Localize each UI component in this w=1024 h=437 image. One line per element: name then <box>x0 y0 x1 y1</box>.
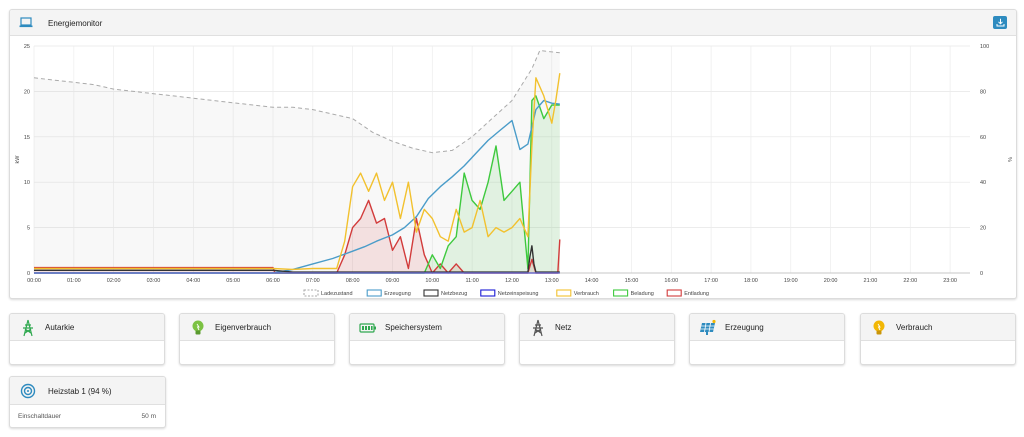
x-tick-label: 11:00 <box>465 278 478 284</box>
legend-label: Netzeinspeisung <box>498 291 539 297</box>
tile-title: Eigenverbrauch <box>215 323 272 332</box>
heater-icon <box>20 383 36 399</box>
tile-autarkie[interactable]: Autarkie <box>9 313 165 365</box>
y-tick-label-left: 20 <box>24 89 30 95</box>
legend-item-erzeugung[interactable]: Erzeugung <box>366 289 411 297</box>
heizstab-title: Heizstab 1 (94 %) <box>48 387 112 396</box>
tile-header: Autarkie <box>10 314 164 341</box>
y-tick-label-left: 10 <box>24 180 30 186</box>
legend-label: Verbrauch <box>574 291 599 297</box>
einschaltdauer-label: Einschaltdauer <box>18 413 61 420</box>
legend-swatch <box>666 289 682 297</box>
download-icon <box>996 18 1004 27</box>
y-tick-label-right: 80 <box>980 89 986 95</box>
x-tick-label: 21:00 <box>864 278 878 284</box>
x-tick-label: 16:00 <box>664 278 678 284</box>
tile-erzeugung[interactable]: Erzeugung <box>689 313 845 365</box>
x-tick-label: 06:00 <box>266 278 280 284</box>
legend-item-verbrauch[interactable]: Verbrauch <box>556 289 599 297</box>
legend-label: Beladung <box>631 291 654 297</box>
legend-label: Netzbezug <box>441 291 467 297</box>
chart-legend: Ladezustand Erzeugung Netzbezug Netzeinspei… <box>303 289 709 297</box>
legend-label: Entladung <box>684 291 709 297</box>
tile-title: Autarkie <box>45 323 75 332</box>
legend-item-netzeinspeisung[interactable]: Netzeinspeisung <box>480 289 539 297</box>
legend-item-entladung[interactable]: Entladung <box>666 289 709 297</box>
x-tick-label: 14:00 <box>585 278 599 284</box>
x-tick-label: 05:00 <box>226 278 240 284</box>
y-tick-label-right: 40 <box>980 180 986 186</box>
tile-speichersystem[interactable]: Speichersystem <box>349 313 505 365</box>
y-tick-label-left: 0 <box>27 271 30 277</box>
legend-label: Erzeugung <box>384 291 411 297</box>
power-tower-icon <box>23 319 33 337</box>
einschaltdauer-value: 50 m <box>141 413 156 420</box>
chart-areas <box>34 50 560 274</box>
tile-title: Speichersystem <box>385 323 442 332</box>
solar-panel-icon <box>700 319 716 335</box>
tile-title: Netz <box>555 323 572 332</box>
einschaltdauer-row: Einschaltdauer 50 m <box>18 413 156 420</box>
x-tick-label: 15:00 <box>625 278 639 284</box>
x-tick-label: 20:00 <box>824 278 838 284</box>
tile-header: Eigenverbrauch <box>180 314 334 341</box>
y-tick-label-right: 20 <box>980 226 986 232</box>
x-tick-label: 19:00 <box>784 278 798 284</box>
y-tick-label-right: 100 <box>980 44 989 50</box>
x-tick-label: 03:00 <box>147 278 161 284</box>
x-tick-label: 13:00 <box>545 278 559 284</box>
x-tick-label: 17:00 <box>704 278 718 284</box>
y-axis-label-right: % <box>1006 157 1012 162</box>
y-tick-label-right: 60 <box>980 135 986 141</box>
x-tick-label: 07:00 <box>306 278 320 284</box>
energy-chart[interactable]: 0 0 5 20 10 40 15 60 20 80 25 100 00:00 01:00 02:00 03:… <box>10 36 1017 299</box>
tile-title: Erzeugung <box>725 323 764 332</box>
tile-header: Speichersystem <box>350 314 504 341</box>
y-tick-label-right: 0 <box>980 271 983 277</box>
x-tick-label: 02:00 <box>107 278 121 284</box>
y-tick-label-left: 5 <box>27 226 30 232</box>
x-tick-label: 23:00 <box>943 278 957 284</box>
laptop-icon <box>19 17 33 28</box>
x-tick-label: 12:00 <box>505 278 519 284</box>
legend-item-netzbezug[interactable]: Netzbezug <box>423 289 467 297</box>
tile-netz[interactable]: Netz <box>519 313 675 365</box>
energy-monitor-header: Energiemonitor <box>10 10 1016 36</box>
y-tick-label-left: 15 <box>24 135 30 141</box>
heizstab-header: Heizstab 1 (94 %) <box>10 377 165 405</box>
tile-title: Verbrauch <box>896 323 933 332</box>
tile-header: Erzeugung <box>690 314 844 341</box>
legend-swatch <box>613 289 629 297</box>
x-tick-label: 09:00 <box>386 278 400 284</box>
legend-swatch <box>556 289 572 297</box>
legend-item-ladezustand[interactable]: Ladezustand <box>303 289 353 297</box>
battery-icon <box>359 323 376 333</box>
legend-item-beladung[interactable]: Beladung <box>613 289 654 297</box>
download-button[interactable] <box>993 16 1007 29</box>
lightbulb-icon <box>192 320 204 335</box>
energy-monitor-card: Energiemonitor 0 0 5 20 10 40 15 60 20 80 25 100 00:… <box>9 9 1017 299</box>
tile-verbrauch[interactable]: Verbrauch <box>860 313 1016 365</box>
legend-swatch <box>366 289 382 297</box>
y-axis-label-left: kW <box>15 155 21 164</box>
x-tick-label: 22:00 <box>903 278 917 284</box>
tile-header: Netz <box>520 314 674 341</box>
x-tick-label: 01:00 <box>67 278 81 284</box>
x-tick-label: 18:00 <box>744 278 758 284</box>
lightbulb-icon <box>873 320 885 335</box>
y-tick-label-left: 25 <box>24 44 30 50</box>
energy-monitor-title: Energiemonitor <box>48 19 103 28</box>
x-tick-label: 08:00 <box>346 278 360 284</box>
tile-header: Verbrauch <box>861 314 1015 341</box>
legend-swatch <box>423 289 439 297</box>
legend-label: Ladezustand <box>321 291 353 297</box>
legend-swatch <box>303 289 319 297</box>
power-tower-icon <box>533 319 543 337</box>
legend-swatch <box>480 289 496 297</box>
x-tick-label: 00:00 <box>27 278 41 284</box>
heizstab-card[interactable]: Heizstab 1 (94 %) Einschaltdauer 50 m <box>9 376 166 428</box>
x-tick-label: 04:00 <box>186 278 200 284</box>
x-tick-label: 10:00 <box>425 278 439 284</box>
tile-eigenverbrauch[interactable]: Eigenverbrauch <box>179 313 335 365</box>
